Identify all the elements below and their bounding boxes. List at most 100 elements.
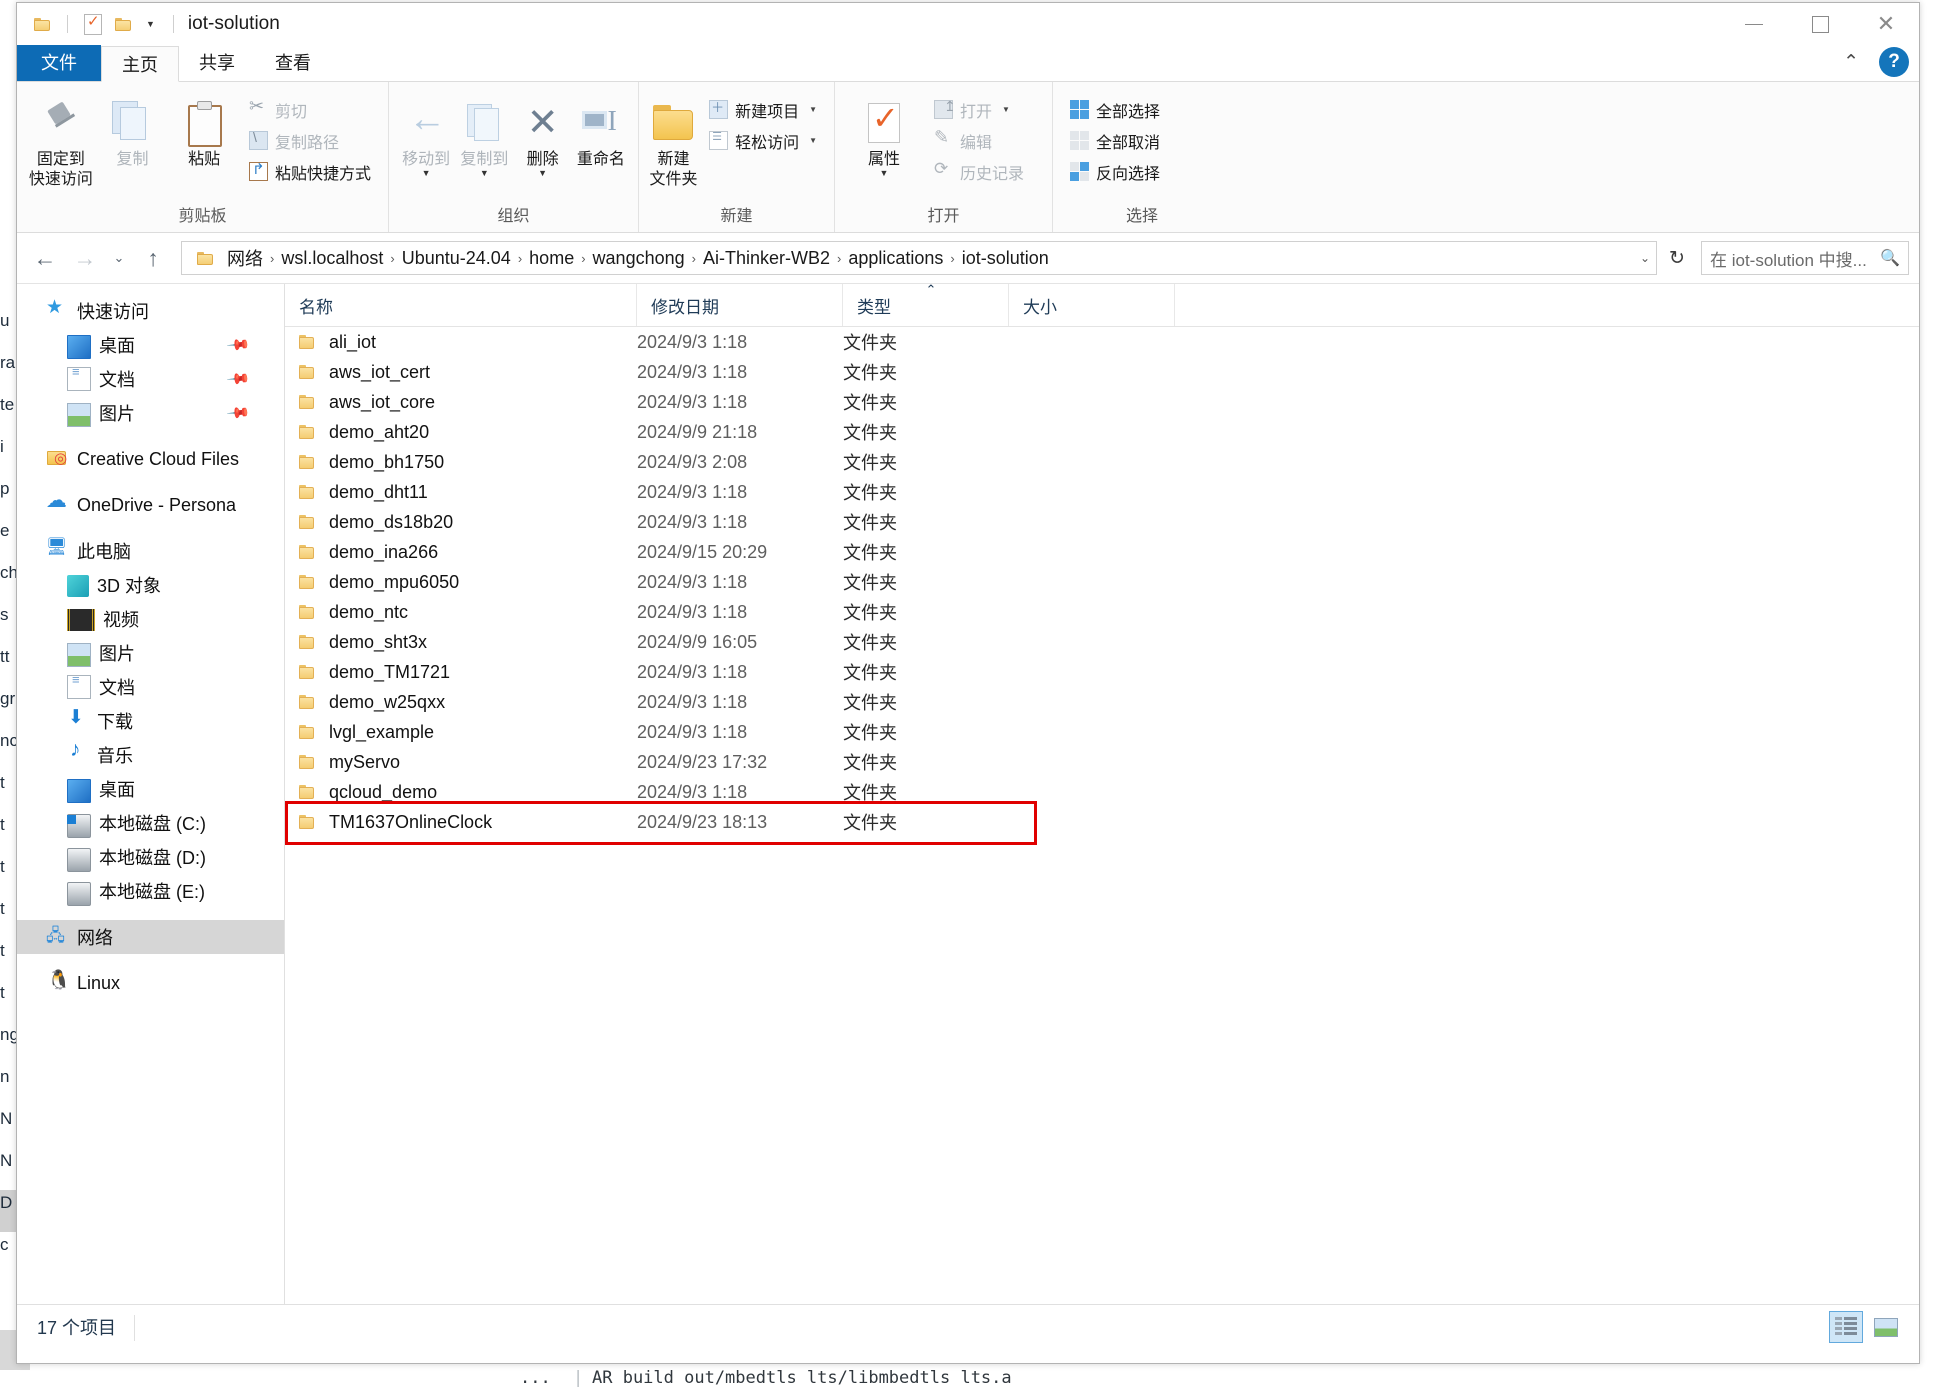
ribbon-button-history[interactable]: 历史记录 xyxy=(927,156,1031,187)
table-row[interactable]: demo_mpu6050 2024/9/3 1:18 文件夹 xyxy=(285,567,1919,597)
table-row[interactable]: ali_iot 2024/9/3 1:18 文件夹 xyxy=(285,327,1919,357)
chevron-up-icon[interactable]: ⌃ xyxy=(1835,51,1867,74)
sidebar-item-本地磁盘c:[interactable]: 本地磁盘 (C:) xyxy=(17,806,284,840)
sidebar-item-快速访问[interactable]: 快速访问 xyxy=(17,294,284,328)
tab-home[interactable]: 主页 xyxy=(101,46,179,82)
table-row[interactable]: aws_iot_core 2024/9/3 1:18 文件夹 xyxy=(285,387,1919,417)
table-row[interactable]: lvgl_example 2024/9/3 1:18 文件夹 xyxy=(285,717,1919,747)
sidebar-item-3d对象[interactable]: 3D 对象 xyxy=(17,568,284,602)
chevron-down-icon[interactable]: ▼ xyxy=(422,168,431,179)
table-row[interactable]: demo_TM1721 2024/9/3 1:18 文件夹 xyxy=(285,657,1919,687)
chevron-down-icon[interactable]: ▼ xyxy=(809,105,817,114)
ribbon-button-easy-access[interactable]: 轻松访问 ▼ xyxy=(702,125,824,156)
sidebar-item-本地磁盘d:[interactable]: 本地磁盘 (D:) xyxy=(17,840,284,874)
table-row[interactable]: TM1637OnlineClock 2024/9/23 18:13 文件夹 xyxy=(285,807,1919,837)
ribbon-button-select-all[interactable]: 全部选择 xyxy=(1063,94,1167,125)
table-row[interactable]: qcloud_demo 2024/9/3 1:18 文件夹 xyxy=(285,777,1919,807)
pin-icon[interactable]: 📌 xyxy=(226,400,252,426)
pin-icon[interactable]: 📌 xyxy=(226,366,252,392)
breadcrumb-item[interactable]: wsl.localhost xyxy=(276,248,388,269)
breadcrumb-item[interactable]: iot-solution xyxy=(957,248,1054,269)
breadcrumb-item[interactable]: Ubuntu-24.04 xyxy=(397,248,516,269)
ribbon-button-invert-selection[interactable]: 反向选择 xyxy=(1063,156,1167,187)
ribbon-button-rename[interactable]: 重命名 xyxy=(574,88,628,170)
breadcrumb-item[interactable]: home xyxy=(524,248,579,269)
breadcrumb-dropdown-icon[interactable]: ⌄ xyxy=(1640,242,1650,274)
table-row[interactable]: demo_aht20 2024/9/9 21:18 文件夹 xyxy=(285,417,1919,447)
column-header-name[interactable]: 名称 xyxy=(285,284,637,326)
new-folder-icon[interactable] xyxy=(110,11,136,37)
table-row[interactable]: myServo 2024/9/23 17:32 文件夹 xyxy=(285,747,1919,777)
tab-file[interactable]: 文件 xyxy=(17,45,101,81)
ribbon-button-scissors[interactable]: 剪切 xyxy=(242,94,378,125)
properties-icon[interactable] xyxy=(80,11,106,37)
refresh-button[interactable]: ↻ xyxy=(1661,241,1693,275)
sidebar-item-网络[interactable]: 网络 xyxy=(17,920,284,954)
ribbon-button-copy[interactable]: 复制 xyxy=(99,88,167,170)
sidebar-item-文档[interactable]: 文档 📌 xyxy=(17,362,284,396)
details-view-button[interactable] xyxy=(1829,1311,1863,1343)
table-row[interactable]: demo_w25qxx 2024/9/3 1:18 文件夹 xyxy=(285,687,1919,717)
table-row[interactable]: demo_bh1750 2024/9/3 2:08 文件夹 xyxy=(285,447,1919,477)
folder-icon[interactable] xyxy=(29,11,55,37)
forward-button[interactable]: → xyxy=(67,240,103,276)
sidebar-item-视频[interactable]: 视频 xyxy=(17,602,284,636)
sidebar-item-桌面[interactable]: 桌面 📌 xyxy=(17,328,284,362)
ribbon-button-paste[interactable]: 粘贴 xyxy=(170,88,238,170)
table-row[interactable]: demo_sht3x 2024/9/9 16:05 文件夹 xyxy=(285,627,1919,657)
breadcrumb-item[interactable]: applications xyxy=(843,248,948,269)
sidebar-item-图片[interactable]: 图片 xyxy=(17,636,284,670)
ribbon-button-select-none[interactable]: 全部取消 xyxy=(1063,125,1167,156)
table-row[interactable]: aws_iot_cert 2024/9/3 1:18 文件夹 xyxy=(285,357,1919,387)
sidebar-item-图片[interactable]: 图片 📌 xyxy=(17,396,284,430)
table-row[interactable]: demo_ina266 2024/9/15 20:29 文件夹 xyxy=(285,537,1919,567)
ribbon-button-pin[interactable]: 固定到 快速访问 xyxy=(27,88,95,189)
maximize-button[interactable] xyxy=(1787,3,1853,45)
ribbon-button-properties[interactable]: 属性▼ xyxy=(845,88,923,178)
sidebar-item-此电脑[interactable]: 此电脑 xyxy=(17,534,284,568)
ribbon-button-delete[interactable]: ✕ 删除 ▼ xyxy=(516,88,570,178)
chevron-down-icon[interactable]: ▼ xyxy=(880,168,889,179)
ribbon-button-copy-to[interactable]: 复制到 ▼ xyxy=(457,88,511,178)
column-header-size[interactable]: 大小 xyxy=(1009,284,1175,326)
column-header-date[interactable]: 修改日期 xyxy=(637,284,843,326)
tab-view[interactable]: 查看 xyxy=(255,45,331,81)
ribbon-button-new-item[interactable]: 新建项目 ▼ xyxy=(702,94,824,125)
chevron-down-icon[interactable]: ▼ xyxy=(140,19,161,29)
sidebar-item-桌面[interactable]: 桌面 xyxy=(17,772,284,806)
table-row[interactable]: demo_ntc 2024/9/3 1:18 文件夹 xyxy=(285,597,1919,627)
sidebar-item-onedrive-persona[interactable]: OneDrive - Persona xyxy=(17,488,284,522)
ribbon-button-paste-shortcut[interactable]: 粘贴快捷方式 xyxy=(242,156,378,187)
tab-share[interactable]: 共享 xyxy=(179,45,255,81)
ribbon-button-move-to[interactable]: 移动到▼ xyxy=(399,88,453,178)
table-row[interactable]: demo_ds18b20 2024/9/3 1:18 文件夹 xyxy=(285,507,1919,537)
chevron-down-icon[interactable]: ▼ xyxy=(538,168,547,179)
ribbon-button-open[interactable]: 打开 ▼ xyxy=(927,94,1031,125)
up-button[interactable]: ↑ xyxy=(135,240,171,276)
chevron-down-icon[interactable]: ▼ xyxy=(809,136,817,145)
table-row[interactable]: demo_dht11 2024/9/3 1:18 文件夹 xyxy=(285,477,1919,507)
pin-icon[interactable]: 📌 xyxy=(226,332,252,358)
chevron-down-icon[interactable]: ▼ xyxy=(480,168,489,179)
ribbon-button-edit[interactable]: 编辑 xyxy=(927,125,1031,156)
close-button[interactable]: ✕ xyxy=(1853,3,1919,45)
sidebar-item-creativecloudfiles[interactable]: Creative Cloud Files xyxy=(17,442,284,476)
sidebar-item-下载[interactable]: 下载 xyxy=(17,704,284,738)
breadcrumb-item[interactable]: Ai-Thinker-WB2 xyxy=(698,248,835,269)
ribbon-button-copy-path[interactable]: 复制路径 xyxy=(242,125,378,156)
chevron-down-icon[interactable]: ▼ xyxy=(1002,105,1010,114)
sidebar-item-linux[interactable]: Linux xyxy=(17,966,284,1000)
search-input[interactable]: 在 iot-solution 中搜... 🔍 xyxy=(1701,241,1909,275)
back-button[interactable]: ← xyxy=(27,240,63,276)
ribbon-button-new-folder[interactable]: 新建 文件夹 xyxy=(649,88,698,189)
sidebar-item-本地磁盘e:[interactable]: 本地磁盘 (E:) xyxy=(17,874,284,908)
column-header-type[interactable]: 类型 ⌃ xyxy=(843,284,1009,326)
sidebar-item-音乐[interactable]: 音乐 xyxy=(17,738,284,772)
recent-locations-button[interactable]: ⌄ xyxy=(107,240,131,276)
minimize-button[interactable] xyxy=(1721,3,1787,45)
breadcrumb-item[interactable]: 网络 xyxy=(222,245,268,271)
breadcrumb-item[interactable]: wangchong xyxy=(588,248,690,269)
thumbnail-view-button[interactable] xyxy=(1869,1311,1903,1343)
sidebar-item-文档[interactable]: 文档 xyxy=(17,670,284,704)
breadcrumb[interactable]: 网络 › wsl.localhost › Ubuntu-24.04 › home › wangc… xyxy=(181,241,1657,275)
